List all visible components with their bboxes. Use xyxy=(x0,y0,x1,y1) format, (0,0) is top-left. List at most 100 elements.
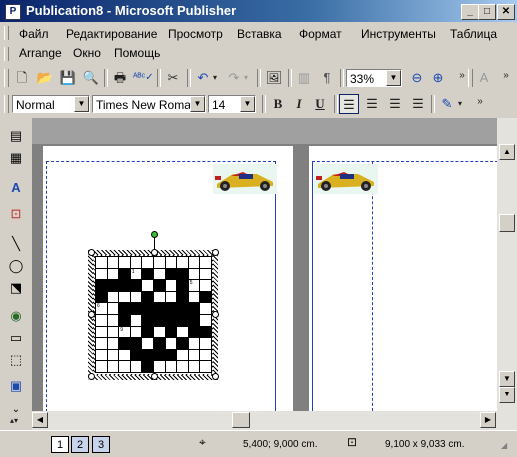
text-box-tool-icon[interactable]: ▤ xyxy=(6,126,26,146)
crossword-clue-number: 8 xyxy=(143,315,147,321)
scroll-down-icon[interactable]: ▼ xyxy=(499,371,515,387)
menu-format[interactable]: Формат xyxy=(299,26,342,42)
line-tool-icon[interactable]: ╲ xyxy=(6,234,26,254)
table-tool-icon[interactable]: ▦ xyxy=(6,148,26,168)
italic-button[interactable]: I xyxy=(289,94,309,114)
zoom-out-icon[interactable]: ⊖ xyxy=(407,68,427,88)
resize-handle-n[interactable] xyxy=(151,249,158,256)
justify-icon[interactable]: ☰ xyxy=(408,94,428,114)
print-icon[interactable]: 🖶 xyxy=(110,68,130,88)
position-icon: ⌖ xyxy=(199,435,206,449)
style-select[interactable]: Normal ▼ xyxy=(12,95,90,113)
menu-view[interactable]: Просмотр xyxy=(168,26,223,42)
bold-button[interactable]: B xyxy=(268,94,288,114)
scroll-down-page-icon[interactable]: ▼ xyxy=(499,387,515,403)
horizontal-scroll-thumb[interactable] xyxy=(232,412,250,428)
cut-icon[interactable]: ✂ xyxy=(163,68,183,88)
insert-html-icon[interactable]: ▭ xyxy=(6,328,26,348)
font-size-value: 14 xyxy=(212,98,226,112)
hotspot-tool-icon[interactable]: ⬚ xyxy=(6,350,26,370)
resize-handle-ne[interactable] xyxy=(212,249,219,256)
rotate-handle[interactable] xyxy=(151,231,158,238)
vertical-scroll-thumb[interactable] xyxy=(499,214,515,232)
size-readout: 9,100 x 9,033 cm. xyxy=(385,439,465,450)
crossword-clue-number: 3 xyxy=(155,280,158,287)
scroll-left-icon[interactable]: ◀ xyxy=(32,412,48,428)
resize-handle-sw[interactable] xyxy=(88,373,95,380)
form-control-tool-icon[interactable]: ▣ xyxy=(6,376,26,396)
special-characters-icon[interactable]: ¶ xyxy=(317,68,337,88)
font-select[interactable]: Times New Roman ▼ xyxy=(92,95,206,113)
spelling-icon[interactable]: ᴬᴮᶜ✓ xyxy=(133,68,154,88)
zoom-in-icon[interactable]: ⊕ xyxy=(428,68,448,88)
menu-help[interactable]: Помощь xyxy=(114,45,160,61)
title-bar[interactable]: P Publication8 - Microsoft Publisher _ □… xyxy=(0,0,517,22)
font-dropdown-icon[interactable]: ▼ xyxy=(190,96,205,112)
close-button[interactable]: ✕ xyxy=(497,4,515,20)
picture-frame-tool-icon[interactable]: ⊡ xyxy=(6,204,26,224)
underline-button[interactable]: U xyxy=(310,94,330,114)
zoom-select[interactable]: 33% ▼ xyxy=(346,69,402,87)
toolbar-scroll-up-icon[interactable]: ▴▾ xyxy=(4,411,24,431)
autoshapes-tool-icon[interactable]: ⬔ xyxy=(6,278,26,298)
align-left-icon[interactable]: ☰ xyxy=(339,94,359,114)
highlight-dropdown-icon[interactable]: ▾ xyxy=(455,94,465,114)
menu-file[interactable]: Файл xyxy=(19,26,49,42)
zoom-value: 33% xyxy=(350,72,375,86)
objects-toolbar: ▤ ▦ A ⊡ ╲ ◯ ⬔ ◉ ▭ ⬚ ▣ ⌄ xyxy=(0,118,32,430)
highlight-pen-icon[interactable]: ✎ xyxy=(437,94,457,114)
menu-window[interactable]: Окно xyxy=(73,45,101,61)
minimize-button[interactable]: _ xyxy=(461,4,479,20)
format-painter-icon[interactable]: A xyxy=(474,68,494,88)
open-folder-icon[interactable]: 📂 xyxy=(35,68,55,88)
crossword-puzzle[interactable]: 1 4 2 3 5 6 7 8 9 10 11 xyxy=(95,256,212,374)
horizontal-scrollbar[interactable]: ◀ ▶ xyxy=(32,411,517,430)
resize-grip-icon: ◢ xyxy=(501,441,508,450)
position-readout: 5,400; 9,000 cm. xyxy=(243,439,318,450)
resize-handle-se[interactable] xyxy=(212,373,219,380)
menu-arrange[interactable]: Arrange xyxy=(19,45,62,61)
menu-table[interactable]: Таблица xyxy=(450,26,497,42)
publisher-app-icon[interactable]: P xyxy=(5,4,21,20)
page-tab-1[interactable]: 1 xyxy=(51,436,69,453)
align-center-icon[interactable]: ☰ xyxy=(362,94,382,114)
font-size-select[interactable]: 14 ▼ xyxy=(208,95,256,113)
columns-icon[interactable]: ▥ xyxy=(294,68,314,88)
maximize-button[interactable]: □ xyxy=(478,4,496,20)
oval-tool-icon[interactable]: ◯ xyxy=(6,256,26,276)
rotate-handle-line xyxy=(154,236,155,250)
zoom-dropdown-icon[interactable]: ▼ xyxy=(386,70,401,86)
vertical-scrollbar[interactable]: ▲ ▼ ▼ xyxy=(497,118,517,411)
race-car-picture-2[interactable] xyxy=(314,164,378,194)
font-size-dropdown-icon[interactable]: ▼ xyxy=(240,96,255,112)
save-icon[interactable]: 💾 xyxy=(58,68,78,88)
font-value: Times New Roman xyxy=(96,98,198,112)
crossword-clue-number: 2 xyxy=(120,280,123,287)
scroll-up-icon[interactable]: ▲ xyxy=(499,144,515,160)
crossword-cell[interactable] xyxy=(199,360,212,373)
menu-tools[interactable]: Инструменты xyxy=(361,26,436,42)
race-car-picture[interactable] xyxy=(213,164,277,194)
insert-picture-icon[interactable]: 🖼 xyxy=(264,68,284,88)
scroll-right-icon[interactable]: ▶ xyxy=(480,412,496,428)
formatting-overflow-icon[interactable]: » xyxy=(470,92,490,112)
resize-handle-s[interactable] xyxy=(151,373,158,380)
align-right-icon[interactable]: ☰ xyxy=(385,94,405,114)
print-preview-icon[interactable]: 🔍 xyxy=(81,68,101,88)
style-dropdown-icon[interactable]: ▼ xyxy=(74,96,89,112)
toolbar-overflow-2-icon[interactable]: » xyxy=(496,66,516,86)
crossword-clue-number: 6 xyxy=(97,303,100,310)
undo-dropdown-icon[interactable]: ▾ xyxy=(210,68,220,88)
new-document-icon[interactable]: 🗋 xyxy=(12,68,32,88)
resize-handle-w[interactable] xyxy=(88,311,95,318)
page-tab-3[interactable]: 3 xyxy=(92,436,110,453)
page-tab-2[interactable]: 2 xyxy=(71,436,89,453)
resize-handle-e[interactable] xyxy=(212,311,219,318)
redo-dropdown-icon[interactable]: ▾ xyxy=(241,68,251,88)
menu-insert[interactable]: Вставка xyxy=(237,26,282,42)
menu-edit[interactable]: Редактирование xyxy=(66,26,157,42)
design-gallery-icon[interactable]: ◉ xyxy=(6,306,26,326)
page-right[interactable] xyxy=(309,146,497,411)
wordart-tool-icon[interactable]: A xyxy=(6,178,26,198)
resize-handle-nw[interactable] xyxy=(88,249,95,256)
